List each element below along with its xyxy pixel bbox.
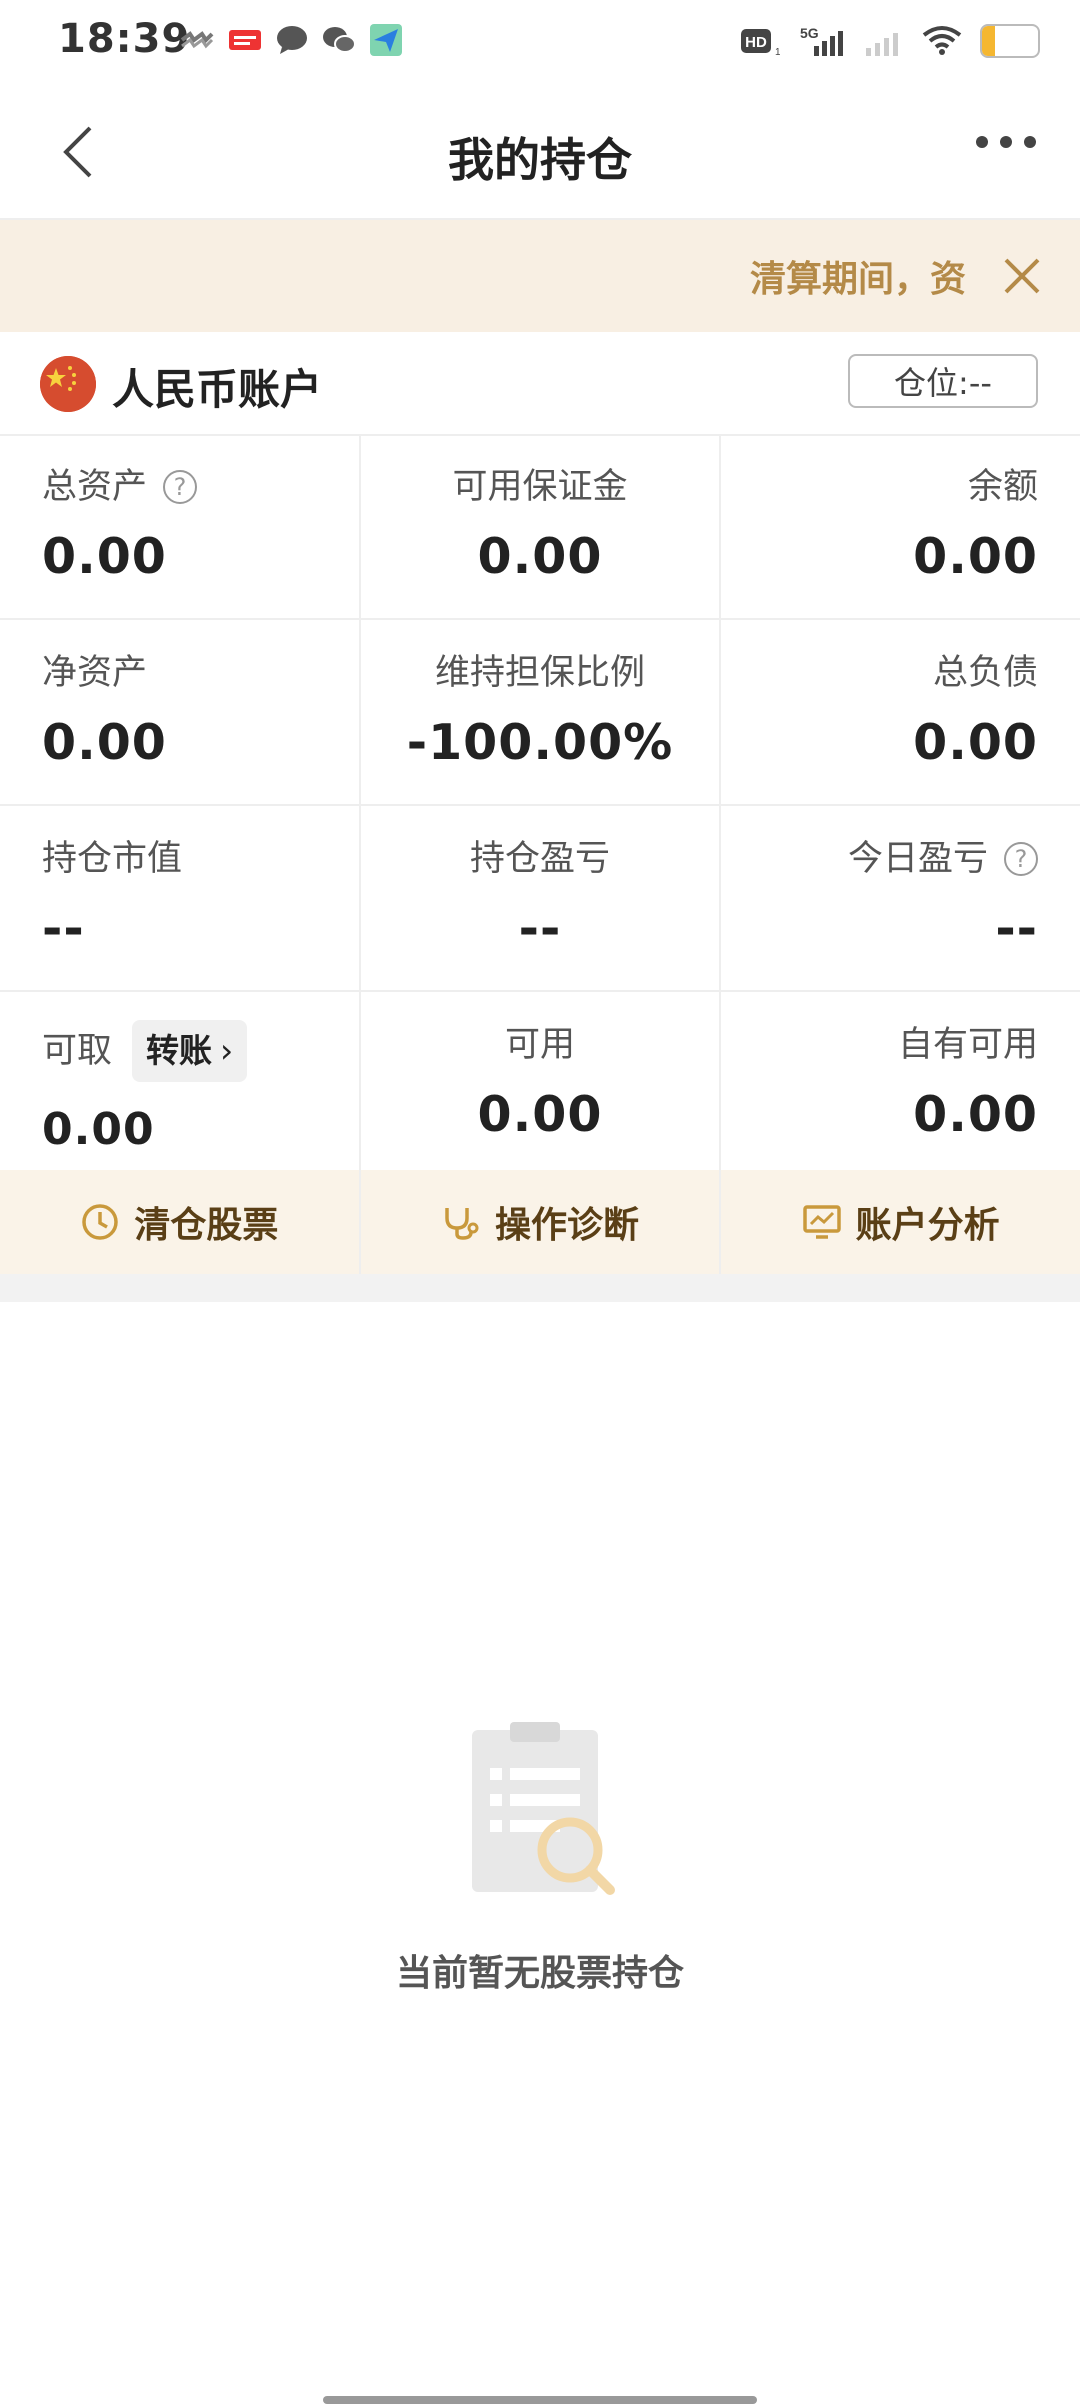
signal-5g-icon: 5G <box>798 24 846 58</box>
battery-fill <box>982 26 995 56</box>
clear-stocks-button[interactable]: 清仓股票 <box>0 1170 359 1274</box>
toutiao-icon <box>228 28 262 52</box>
summary-row-4: 可取 转账 › 0.00 可用 0.00 自有可用 0.00 <box>0 992 1080 1176</box>
transfer-label: 转账 <box>146 1031 213 1070</box>
status-notification-icons <box>180 24 402 56</box>
own-available-cell: 自有可用 0.00 <box>719 992 1080 1176</box>
available-margin-cell: 可用保证金 0.00 <box>358 434 720 618</box>
svg-text:5G: 5G <box>800 25 819 41</box>
china-flag-icon <box>40 356 96 412</box>
notice-banner: 清算期间，资 <box>0 220 1080 332</box>
empty-state-text: 当前暂无股票持仓 <box>395 1953 684 1994</box>
account-header: 人民币账户 仓位:-- <box>0 332 1080 436</box>
today-pnl-label: 今日盈亏 <box>848 839 989 879</box>
total-liabilities-label: 总负债 <box>933 653 1039 693</box>
balance-label: 余额 <box>968 467 1039 507</box>
diagnosis-button[interactable]: 操作诊断 <box>358 1170 720 1274</box>
svg-text:1: 1 <box>775 47 780 57</box>
wechat-icon <box>322 25 356 55</box>
position-pnl-label: 持仓盈亏 <box>470 839 611 879</box>
available-cell: 可用 0.00 <box>358 992 720 1176</box>
hd-icon: HD 1 <box>740 25 780 57</box>
chevron-right-icon: › <box>220 1031 234 1070</box>
account-analysis-label: 账户分析 <box>855 1205 1000 1246</box>
market-value-cell: 持仓市值 -- <box>0 806 359 990</box>
total-liabilities-value: 0.00 <box>913 714 1039 771</box>
account-summary-grid: 总资产 ? 0.00 可用保证金 0.00 余额 0.00 净资产 0.00 维… <box>0 434 1080 1176</box>
message-bubble-icon <box>276 25 308 55</box>
help-icon[interactable]: ? <box>1004 842 1039 876</box>
signal-icon <box>864 24 904 58</box>
close-notice-button[interactable] <box>1000 254 1044 298</box>
available-margin-value: 0.00 <box>477 528 603 585</box>
own-available-label: 自有可用 <box>898 1025 1039 1065</box>
balance-value: 0.00 <box>913 528 1039 585</box>
battery-icon: 23 <box>980 24 1040 58</box>
net-assets-cell: 净资产 0.00 <box>0 620 359 804</box>
monitor-chart-icon <box>802 1202 842 1242</box>
wifi-icon <box>922 25 962 57</box>
notice-text: 清算期间，资 <box>750 259 967 300</box>
section-divider <box>0 1274 1080 1302</box>
status-system-icons: HD 1 5G 23 <box>740 24 1040 58</box>
available-value: 0.00 <box>477 1086 603 1143</box>
account-label: 人民币账户 <box>112 365 323 414</box>
send-icon <box>370 24 402 56</box>
clock-icon <box>80 1202 120 1242</box>
position-pnl-cell: 持仓盈亏 -- <box>358 806 720 990</box>
available-margin-label: 可用保证金 <box>452 467 628 507</box>
stethoscope-icon <box>441 1202 481 1242</box>
svg-text:HD: HD <box>745 34 767 51</box>
action-bar: 清仓股票 操作诊断 账户分析 <box>0 1170 1080 1274</box>
net-assets-value: 0.00 <box>42 714 167 771</box>
own-available-value: 0.00 <box>913 1086 1039 1143</box>
withdrawable-label: 可取 <box>42 1031 113 1071</box>
clipboard-search-icon <box>450 1720 630 1900</box>
help-icon[interactable]: ? <box>163 470 198 504</box>
clear-stocks-label: 清仓股票 <box>134 1205 279 1246</box>
balance-cell: 余额 0.00 <box>719 434 1080 618</box>
withdrawable-value: 0.00 <box>42 1104 155 1155</box>
home-indicator[interactable] <box>323 2396 757 2404</box>
battery-level: 23 <box>996 29 1024 53</box>
diagnosis-label: 操作诊断 <box>495 1205 640 1246</box>
today-pnl-cell: 今日盈亏 ? -- <box>719 806 1080 990</box>
more-options-icon[interactable] <box>976 136 1036 148</box>
status-bar: 18:39 HD 1 5G 23 <box>0 0 1080 86</box>
maintenance-ratio-cell: 维持担保比例 -100.00% <box>358 620 720 804</box>
page-title: 我的持仓 <box>448 133 632 187</box>
available-label: 可用 <box>505 1025 576 1065</box>
total-assets-value: 0.00 <box>42 528 167 585</box>
position-pnl-value: -- <box>518 900 562 957</box>
summary-row-2: 净资产 0.00 维持担保比例 -100.00% 总负债 0.00 <box>0 620 1080 806</box>
maintenance-ratio-label: 维持担保比例 <box>435 653 646 693</box>
summary-row-1: 总资产 ? 0.00 可用保证金 0.00 余额 0.00 <box>0 434 1080 620</box>
market-value-label: 持仓市值 <box>42 839 183 879</box>
maintenance-ratio-value: -100.00% <box>406 714 674 771</box>
summary-row-3: 持仓市值 -- 持仓盈亏 -- 今日盈亏 ? -- <box>0 806 1080 992</box>
status-time: 18:39 <box>58 16 191 62</box>
market-value-value: -- <box>42 900 85 957</box>
total-assets-cell: 总资产 ? 0.00 <box>0 434 359 618</box>
account-analysis-button[interactable]: 账户分析 <box>719 1170 1080 1274</box>
today-pnl-value: -- <box>995 900 1039 957</box>
transfer-button[interactable]: 转账 › <box>132 1020 248 1082</box>
withdrawable-cell: 可取 转账 › 0.00 <box>0 992 359 1176</box>
total-liabilities-cell: 总负债 0.00 <box>719 620 1080 804</box>
position-button[interactable]: 仓位:-- <box>848 354 1038 408</box>
total-assets-label: 总资产 <box>42 467 148 507</box>
net-assets-label: 净资产 <box>42 653 148 693</box>
close-icon <box>1004 258 1040 294</box>
link-icon <box>180 30 214 50</box>
nav-bar: 我的持仓 <box>0 86 1080 220</box>
empty-state: 当前暂无股票持仓 <box>0 1720 1080 1996</box>
